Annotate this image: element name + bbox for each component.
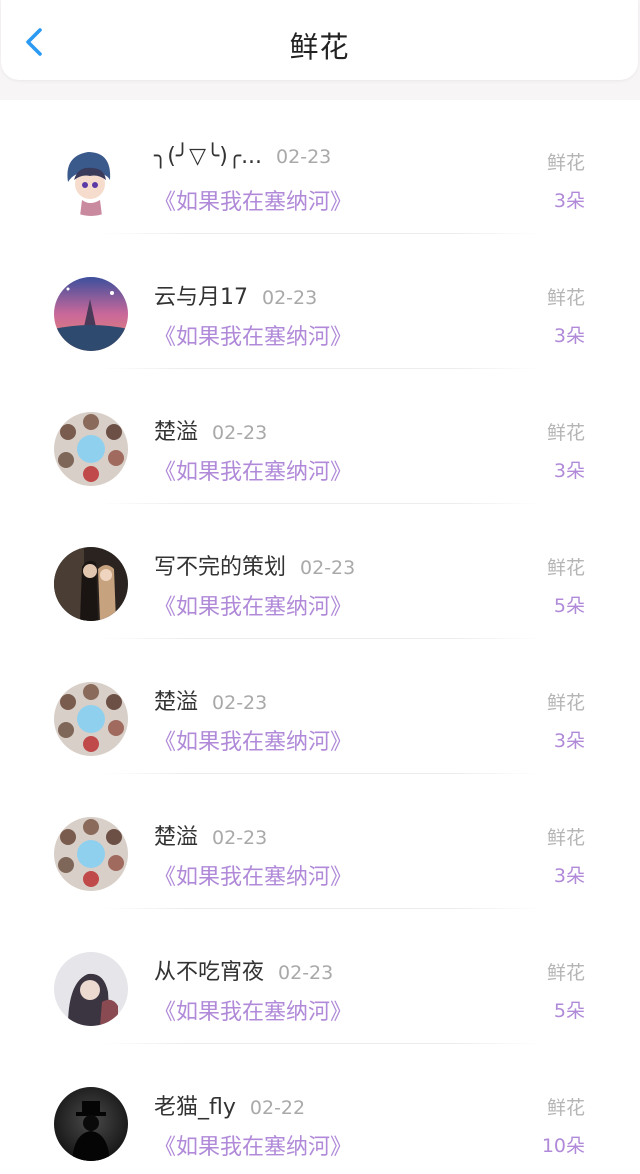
list-item[interactable]: 楚溢 02-23 《如果我在塞纳河》 鲜花 3朵 [0,640,640,775]
gift-date: 02-23 [212,827,268,849]
gift-date: 02-23 [262,287,318,309]
row-divider [100,1043,540,1044]
flower-gift-list: ╮(╯▽╰)╭... 02-23 《如果我在塞纳河》 鲜花 3朵 云与月17 0… [0,100,640,1174]
gift-date: 02-23 [212,422,268,444]
gift-count: 3朵 [553,325,585,347]
book-title-link[interactable]: 《如果我在塞纳河》 [154,454,352,486]
avatar[interactable] [54,817,128,891]
user-name[interactable]: 老猫_fly 02-22 [154,1089,305,1121]
book-title-link[interactable]: 《如果我在塞纳河》 [154,1129,352,1161]
gift-type-label: 鲜花 [546,422,585,444]
gift-type-label: 鲜花 [546,1097,585,1119]
book-title-link[interactable]: 《如果我在塞纳河》 [154,184,352,216]
user-name[interactable]: 楚溢 02-23 [154,414,267,446]
avatar[interactable] [54,142,128,216]
book-title-link[interactable]: 《如果我在塞纳河》 [154,859,352,891]
gift-type-label: 鲜花 [546,962,585,984]
gift-date: 02-22 [249,1097,306,1119]
gift-type-label: 鲜花 [546,152,585,174]
list-item[interactable]: ╮(╯▽╰)╭... 02-23 《如果我在塞纳河》 鲜花 3朵 [0,100,640,235]
gift-date: 02-23 [278,962,334,984]
user-name[interactable]: 云与月17 02-23 [154,279,317,311]
list-item[interactable]: 写不完的策划 02-23 《如果我在塞纳河》 鲜花 5朵 [0,505,640,640]
gift-count: 3朵 [553,190,585,212]
avatar[interactable] [54,952,128,1026]
avatar[interactable] [54,412,128,486]
row-divider [100,773,540,774]
user-name[interactable]: 楚溢 02-23 [154,684,267,716]
gift-type-label: 鲜花 [546,827,585,849]
gift-type-label: 鲜花 [546,287,585,309]
book-title-link[interactable]: 《如果我在塞纳河》 [154,994,352,1026]
user-name[interactable]: 从不吃宵夜 02-23 [154,954,333,986]
row-divider [100,368,540,369]
list-item[interactable]: 云与月17 02-23 《如果我在塞纳河》 鲜花 3朵 [0,235,640,370]
gift-count: 3朵 [553,460,585,482]
user-name[interactable]: 写不完的策划 02-23 [154,549,355,581]
row-divider [100,233,540,234]
top-navigation-bar: 鲜花 [1,0,638,80]
gift-type-label: 鲜花 [546,692,585,714]
row-divider [100,908,540,909]
user-name[interactable]: ╮(╯▽╰)╭... 02-23 [154,144,331,169]
page-title: 鲜花 [289,30,350,64]
gift-date: 02-23 [300,557,356,579]
gift-date: 02-23 [276,146,332,168]
gift-count: 3朵 [553,730,585,752]
gift-count: 3朵 [553,865,585,887]
row-divider [100,638,540,639]
list-item[interactable]: 楚溢 02-23 《如果我在塞纳河》 鲜花 3朵 [0,775,640,910]
gift-type-label: 鲜花 [546,557,585,579]
avatar[interactable] [54,547,128,621]
avatar[interactable] [54,682,128,756]
list-item[interactable]: 老猫_fly 02-22 《如果我在塞纳河》 鲜花 10朵 [0,1045,640,1174]
gift-count: 10朵 [541,1135,585,1157]
book-title-link[interactable]: 《如果我在塞纳河》 [154,589,352,621]
row-divider [100,503,540,504]
list-item[interactable]: 楚溢 02-23 《如果我在塞纳河》 鲜花 3朵 [0,370,640,505]
book-title-link[interactable]: 《如果我在塞纳河》 [154,319,352,351]
gift-count: 5朵 [553,1000,585,1022]
avatar[interactable] [54,1087,128,1161]
avatar[interactable] [54,277,128,351]
book-title-link[interactable]: 《如果我在塞纳河》 [154,724,352,756]
gift-date: 02-23 [212,692,268,714]
list-item[interactable]: 从不吃宵夜 02-23 《如果我在塞纳河》 鲜花 5朵 [0,910,640,1045]
flower-list-page: 鲜花 ╮(╯▽╰)╭... 02-23 《如果我在塞纳河》 鲜花 3朵 云与月1… [0,0,640,1174]
user-name[interactable]: 楚溢 02-23 [154,819,267,851]
gift-count: 5朵 [553,595,585,617]
